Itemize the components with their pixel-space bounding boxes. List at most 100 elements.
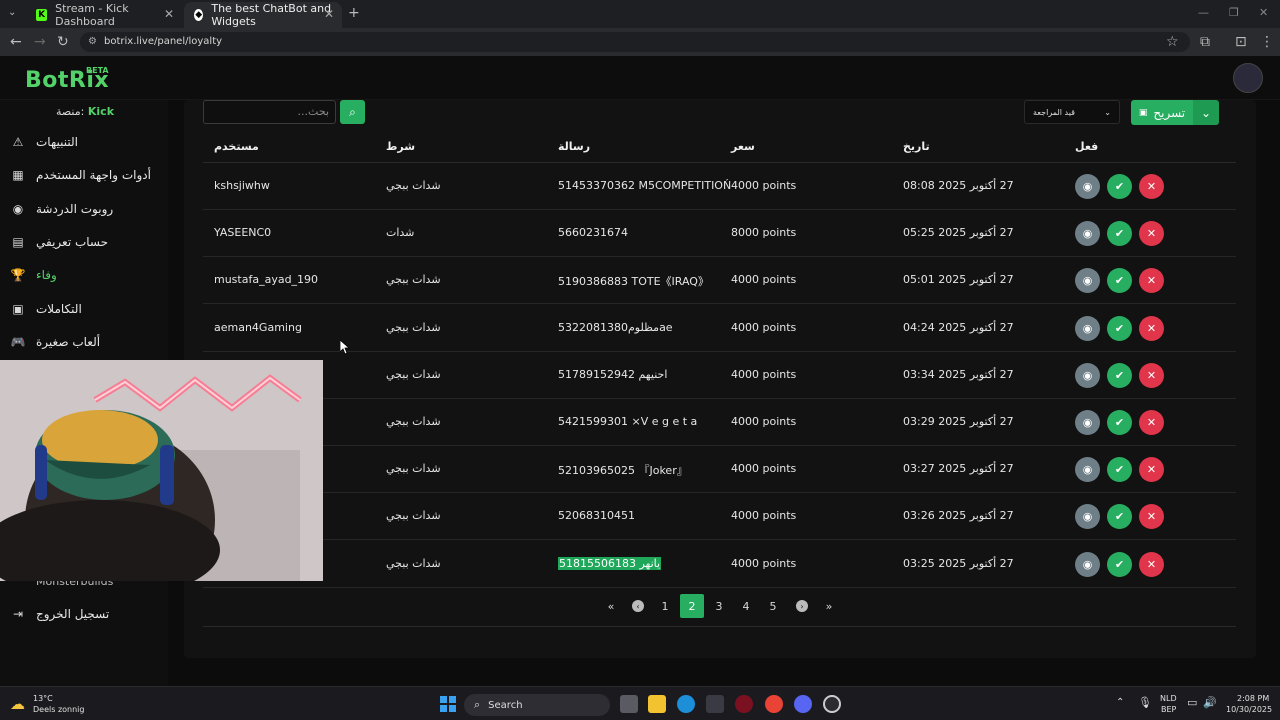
view-button[interactable]: ◉	[1075, 315, 1100, 341]
header-price[interactable]: سعر	[731, 140, 755, 153]
table-row: kshsjiwhw شدات ببجي 51453370362 M5COMPETIT…	[203, 163, 1236, 210]
tab-list-icon[interactable]: ⌄	[8, 7, 16, 18]
page-1[interactable]: 1	[653, 594, 677, 618]
page-4[interactable]: 4	[734, 594, 758, 618]
view-button[interactable]: ◉	[1075, 551, 1100, 577]
close-icon[interactable]: ✕	[324, 7, 334, 21]
botrix-favicon-icon: ◆	[194, 9, 204, 21]
sidebar-item-label: وفاء	[36, 268, 57, 282]
approve-button[interactable]: ✔	[1107, 410, 1132, 435]
reject-button[interactable]: ✕	[1139, 551, 1164, 577]
new-tab-icon[interactable]: +	[348, 5, 360, 21]
view-button[interactable]: ◉	[1075, 174, 1100, 199]
reject-button[interactable]: ✕	[1139, 174, 1164, 199]
menu-dots-icon[interactable]: ⋮	[1260, 34, 1274, 50]
page-first[interactable]: «	[599, 594, 623, 618]
page-next[interactable]: ›	[790, 594, 814, 618]
reject-button[interactable]: ✕	[1139, 268, 1164, 294]
cell-date: 27 أكتوبر 2025 04:24	[903, 320, 1014, 334]
search-button[interactable]: ⌕	[340, 100, 365, 124]
discord-icon[interactable]	[794, 695, 812, 713]
windows-start-icon[interactable]	[440, 696, 456, 712]
page-5[interactable]: 5	[761, 594, 785, 618]
page-last[interactable]: »	[817, 594, 841, 618]
reject-button[interactable]: ✕	[1139, 457, 1164, 483]
minimize-icon[interactable]: —	[1198, 6, 1209, 19]
view-button[interactable]: ◉	[1075, 410, 1100, 435]
header-condition[interactable]: شرط	[386, 140, 415, 153]
user-avatar[interactable]	[1233, 63, 1263, 93]
approve-button[interactable]: ✔	[1107, 268, 1132, 294]
clock-time[interactable]: 2:08 PM	[1237, 694, 1269, 703]
edge-icon[interactable]	[677, 695, 695, 713]
header-action[interactable]: فعل	[1075, 140, 1098, 153]
sidebar-item-chatbot[interactable]: ◉ روبوت الدردشة	[0, 196, 168, 222]
table-row: شدات ببجي 5421599301 ×V e g e t a 4000 poi…	[203, 399, 1236, 446]
bookmark-star-icon[interactable]: ☆	[1166, 34, 1179, 50]
site-info-icon[interactable]: ⚙	[88, 32, 97, 52]
header-user[interactable]: مستخدم	[214, 140, 259, 153]
file-explorer-icon[interactable]	[648, 695, 666, 713]
obs-icon[interactable]	[823, 695, 841, 713]
lang-top[interactable]: NLD	[1160, 694, 1177, 703]
view-button[interactable]: ◉	[1075, 362, 1100, 388]
reject-button[interactable]: ✕	[1139, 504, 1164, 530]
page-prev[interactable]: ‹	[626, 594, 650, 618]
sidebar-item-loyalty[interactable]: 🏆 وفاء	[0, 262, 168, 288]
header-date[interactable]: تاريخ	[903, 140, 930, 153]
forward-icon[interactable]: →	[34, 34, 46, 50]
export-button[interactable]: ▣ تسريح	[1131, 100, 1193, 125]
chrome-icon[interactable]	[765, 695, 783, 713]
extensions-icon[interactable]: ⧉	[1200, 34, 1210, 50]
sidebar-item-minigames[interactable]: 🎮 ألعاب صغيرة	[0, 329, 168, 355]
back-icon[interactable]: ←	[10, 34, 22, 50]
export-dropdown-button[interactable]: ⌄	[1193, 100, 1219, 125]
app-icon[interactable]	[735, 695, 753, 713]
view-button[interactable]: ◉	[1075, 221, 1100, 247]
volume-icon[interactable]: 🔊	[1203, 696, 1217, 709]
store-icon[interactable]	[706, 695, 724, 713]
approve-button[interactable]: ✔	[1107, 504, 1132, 530]
sidebar-item-profile[interactable]: ▤ حساب تعريفي	[0, 229, 168, 255]
close-icon[interactable]: ✕	[164, 7, 174, 21]
status-filter-select[interactable]: قيد المراجعة ⌄	[1024, 100, 1120, 124]
approve-button[interactable]: ✔	[1107, 551, 1132, 577]
approve-button[interactable]: ✔	[1107, 221, 1132, 247]
approve-button[interactable]: ✔	[1107, 362, 1132, 388]
footer-divider	[203, 626, 1236, 627]
header-message[interactable]: رسالة	[558, 140, 590, 153]
reload-icon[interactable]: ↻	[57, 34, 69, 50]
page-3[interactable]: 3	[707, 594, 731, 618]
view-button[interactable]: ◉	[1075, 268, 1100, 294]
lang-bottom[interactable]: BEP	[1161, 705, 1176, 714]
sidebar-item-logout[interactable]: ⇥ تسجيل الخروج	[0, 601, 168, 627]
tab-botrix[interactable]: ◆ The best ChatBot and Widgets ✕	[184, 2, 342, 28]
taskbar-search[interactable]: ⌕ Search	[464, 694, 610, 716]
reject-button[interactable]: ✕	[1139, 362, 1164, 388]
url-field[interactable]: ⚙ botrix.live/panel/loyalty	[80, 32, 1190, 52]
reject-button[interactable]: ✕	[1139, 221, 1164, 247]
sidebar-item-alerts[interactable]: ⚠ التنبيهات	[0, 129, 168, 155]
approve-button[interactable]: ✔	[1107, 457, 1132, 483]
network-icon[interactable]: ▭	[1187, 696, 1197, 709]
tab-kick-dashboard[interactable]: K Stream - Kick Dashboard ✕	[26, 2, 182, 28]
window-close-icon[interactable]: ✕	[1259, 6, 1268, 19]
profile-icon[interactable]: ⊡	[1235, 34, 1247, 50]
approve-button[interactable]: ✔	[1107, 315, 1132, 341]
maximize-icon[interactable]: ❐	[1229, 6, 1239, 19]
search-input[interactable]: بحث...	[203, 100, 336, 124]
sidebar-item-widgets[interactable]: ▦ أدوات واجهة المستخدم	[0, 162, 168, 188]
task-view-icon[interactable]	[620, 695, 638, 713]
microphone-icon[interactable]: 🎙	[1138, 696, 1152, 709]
weather-icon[interactable]: ☁	[10, 695, 25, 713]
reject-button[interactable]: ✕	[1139, 410, 1164, 435]
view-button[interactable]: ◉	[1075, 504, 1100, 530]
approve-button[interactable]: ✔	[1107, 174, 1132, 199]
view-button[interactable]: ◉	[1075, 457, 1100, 483]
clock-date[interactable]: 10/30/2025	[1226, 705, 1272, 714]
cell-message: 5190386883 TOTE《IRAQ》	[558, 275, 709, 289]
page-2[interactable]: 2	[680, 594, 704, 618]
reject-button[interactable]: ✕	[1139, 315, 1164, 341]
chevron-up-icon[interactable]: ⌃	[1116, 697, 1124, 708]
sidebar-item-integrations[interactable]: ▣ التكاملات	[0, 296, 168, 322]
